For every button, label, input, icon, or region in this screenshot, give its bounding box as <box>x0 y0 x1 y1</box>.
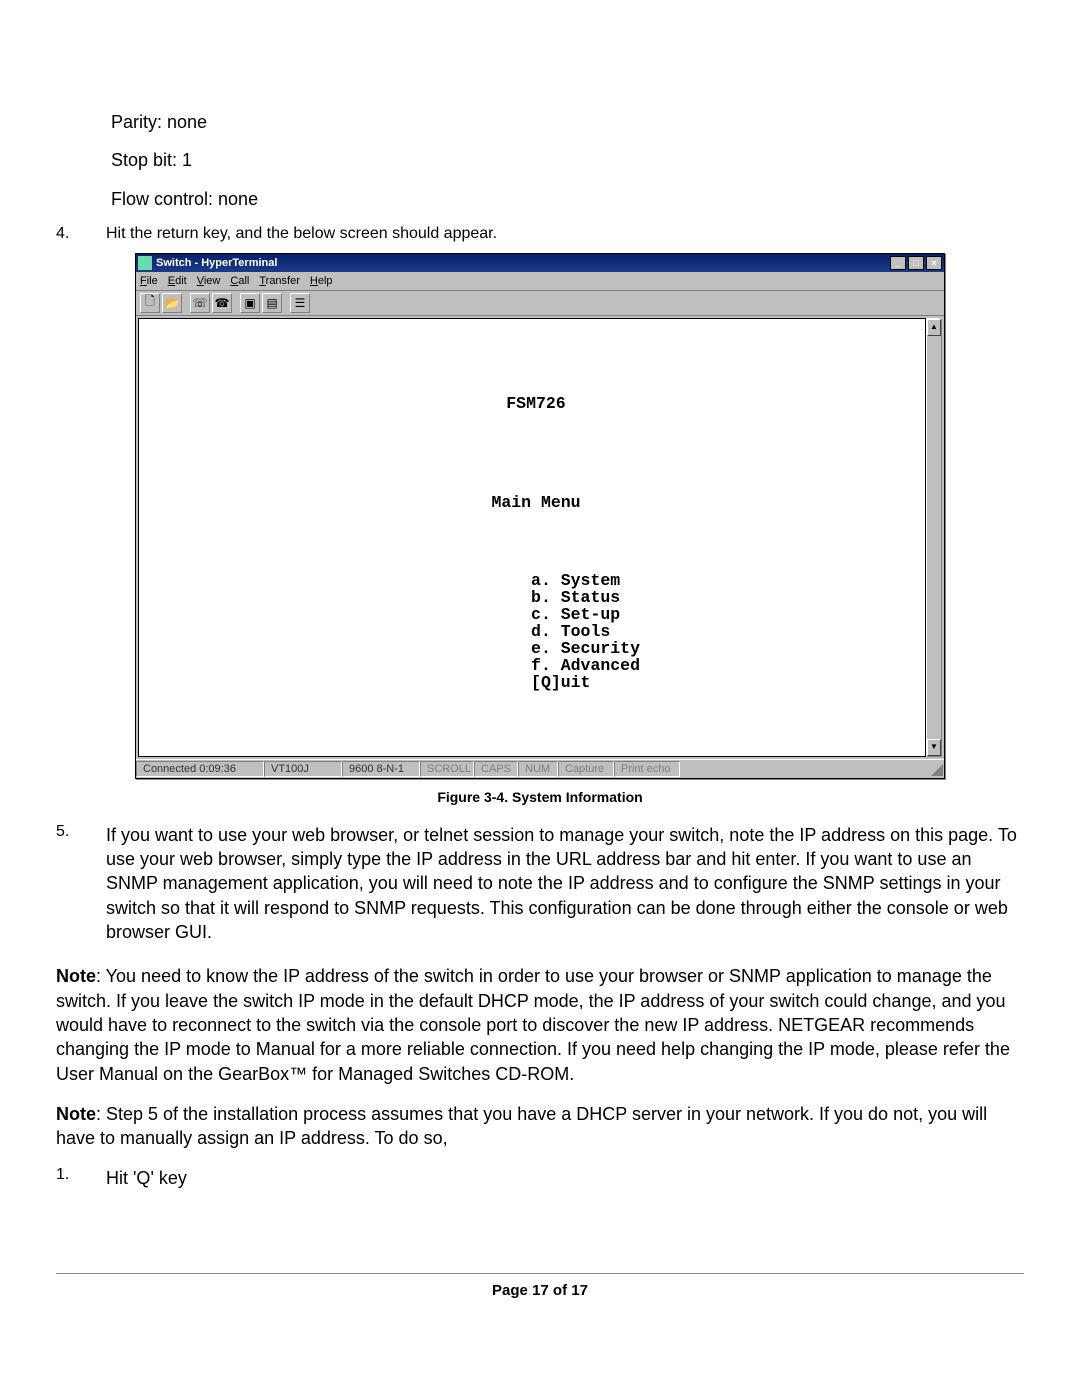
note-1-label: Note <box>56 966 96 986</box>
step-4-text: Hit the return key, and the below screen… <box>106 225 1024 243</box>
note-1-text: : You need to know the IP address of the… <box>56 966 1010 1083</box>
terminal-subtitle: Main Menu <box>159 494 913 511</box>
status-capture: Capture <box>558 761 614 777</box>
window-title: Switch - HyperTerminal <box>156 257 277 269</box>
setting-flow: Flow control: none <box>111 187 1024 211</box>
menu-transfer[interactable]: Transfer <box>259 275 300 287</box>
note-2-label: Note <box>56 1104 96 1124</box>
menu-view[interactable]: View <box>197 275 221 287</box>
statusbar: Connected 0:09:36 VT100J 9600 8-N-1 SCRO… <box>136 759 944 778</box>
disconnect-icon[interactable]: ☎ <box>212 293 232 313</box>
connect-icon[interactable]: ☏ <box>190 293 210 313</box>
toolbar: 🗋 📂 ☏ ☎ ▣ ▤ ☰ <box>136 291 944 316</box>
status-term: VT100J <box>264 761 342 777</box>
setting-stopbit: Stop bit: 1 <box>111 148 1024 172</box>
note-2-text: : Step 5 of the installation process ass… <box>56 1104 987 1148</box>
properties-icon[interactable]: ☰ <box>290 293 310 313</box>
status-scroll: SCROLL <box>420 761 474 777</box>
step-4: 4. Hit the return key, and the below scr… <box>56 225 1024 243</box>
menu-help[interactable]: Help <box>310 275 333 287</box>
note-1: Note: You need to know the IP address of… <box>56 964 1024 1085</box>
menu-call[interactable]: Call <box>230 275 249 287</box>
step-5-text: If you want to use your web browser, or … <box>106 823 1024 944</box>
status-connected: Connected 0:09:36 <box>136 761 264 777</box>
resize-grip-icon[interactable] <box>928 761 944 777</box>
scroll-up-icon[interactable]: ▲ <box>927 319 941 336</box>
menu-edit[interactable]: Edit <box>168 275 187 287</box>
status-num: NUM <box>518 761 558 777</box>
receive-icon[interactable]: ▤ <box>262 293 282 313</box>
page-footer: Page 17 of 17 <box>56 1282 1024 1299</box>
step-4-number: 4. <box>56 225 106 243</box>
status-printecho: Print echo <box>614 761 680 777</box>
terminal-area[interactable]: FSM726 Main Menu a. System b. Status c. … <box>138 318 926 757</box>
note-2: Note: Step 5 of the installation process… <box>56 1102 1024 1151</box>
footer-divider <box>56 1273 1024 1274</box>
app-icon <box>138 256 152 270</box>
menubar: File Edit View Call Transfer Help <box>136 272 944 291</box>
figure-caption: Figure 3-4. System Information <box>56 789 1024 805</box>
status-caps: CAPS <box>474 761 518 777</box>
maximize-button[interactable]: □ <box>908 256 924 270</box>
titlebar[interactable]: Switch - HyperTerminal _ □ × <box>136 254 944 272</box>
terminal-title: FSM726 <box>159 395 913 412</box>
substep-1-text: Hit 'Q' key <box>106 1166 1024 1190</box>
substep-1-number: 1. <box>56 1166 106 1200</box>
setting-parity: Parity: none <box>111 110 1024 134</box>
send-icon[interactable]: ▣ <box>240 293 260 313</box>
step-5-number: 5. <box>56 823 106 954</box>
scroll-down-icon[interactable]: ▼ <box>927 739 941 756</box>
terminal-menu-item: [Q]uit <box>531 673 590 692</box>
minimize-button[interactable]: _ <box>890 256 906 270</box>
status-params: 9600 8-N-1 <box>342 761 420 777</box>
substep-1: 1. Hit 'Q' key <box>56 1166 1024 1200</box>
close-button[interactable]: × <box>926 256 942 270</box>
step-5: 5. If you want to use your web browser, … <box>56 823 1024 954</box>
terminal-menu: a. System b. Status c. Set-up d. Tools e… <box>531 572 640 691</box>
hyperterminal-window: Switch - HyperTerminal _ □ × File Edit V… <box>135 253 945 779</box>
scrollbar[interactable]: ▲ ▼ <box>926 318 942 757</box>
open-icon[interactable]: 📂 <box>162 293 182 313</box>
new-file-icon[interactable]: 🗋 <box>140 293 160 313</box>
menu-file[interactable]: File <box>140 275 158 287</box>
